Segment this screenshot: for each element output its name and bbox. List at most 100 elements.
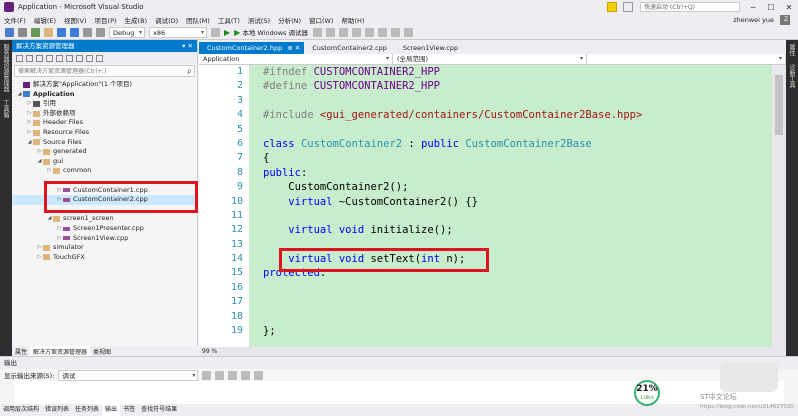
tree-item[interactable]: ▷ Screen1View.cpp (12, 234, 197, 244)
expand-arrow-icon[interactable]: ◢ (26, 138, 33, 148)
wrench-icon[interactable] (96, 54, 103, 62)
redo-icon[interactable] (96, 27, 105, 37)
tree-item[interactable]: ◢ Application (12, 90, 197, 100)
tree-item[interactable]: ▷ Header Files (12, 118, 197, 128)
code-line[interactable] (263, 209, 772, 223)
tree-item[interactable]: ▷ TouchGFX (12, 253, 197, 263)
word-wrap-icon[interactable] (254, 370, 264, 380)
tab-properties[interactable]: 属性 (12, 346, 30, 356)
expand-arrow-icon[interactable]: ▷ (56, 224, 63, 234)
output-source-select[interactable]: 调试 (58, 369, 199, 381)
tab-solution-explorer[interactable]: 解决方案资源管理器 (30, 346, 91, 356)
expand-arrow-icon[interactable]: ▷ (26, 99, 33, 109)
code-lines[interactable]: #ifndef CUSTOMCONTAINER2_HPP #define CUST… (263, 65, 772, 338)
find-message-icon[interactable] (202, 370, 212, 380)
tree-item[interactable]: ▷ generated (12, 147, 197, 157)
code-line[interactable] (263, 123, 772, 137)
tab-class-view[interactable]: 类视图 (90, 346, 114, 356)
tab-task-list[interactable]: 任务列表 (72, 404, 102, 416)
tab-customcontainer2-cpp[interactable]: CustomContainer2.cpp (304, 42, 395, 54)
expand-arrow-icon[interactable]: ▷ (46, 166, 53, 176)
notification-icon[interactable] (607, 2, 617, 12)
user-name[interactable]: zhenwei yue (729, 16, 780, 24)
menu-analyze[interactable]: 分析(N) (274, 15, 305, 25)
expand-arrow-icon[interactable]: ▷ (36, 147, 43, 157)
expand-arrow-icon[interactable]: ▷ (36, 243, 43, 253)
menu-file[interactable]: 文件(F) (0, 15, 30, 25)
run-button[interactable]: 本地 Windows 调试器 (242, 27, 308, 37)
code-line[interactable]: virtual ~CustomContainer2() {} (263, 195, 772, 209)
code-line[interactable] (263, 281, 772, 295)
tab-close-icon[interactable]: ⊕ ✕ (287, 44, 300, 52)
tree-item[interactable]: ◢ screen1_screen (12, 214, 197, 224)
undo-icon[interactable] (83, 27, 92, 37)
menu-help[interactable]: 帮助(H) (338, 15, 369, 25)
next-message-icon[interactable] (228, 370, 238, 380)
bookmark-next-icon[interactable] (377, 27, 387, 37)
menu-window[interactable]: 窗口(W) (305, 15, 338, 25)
tree-item[interactable]: ▷ simulator (12, 243, 197, 253)
code-line[interactable]: class CustomContainer2 : public CustomCo… (263, 137, 772, 151)
bookmark-icon[interactable] (364, 27, 374, 37)
menu-test[interactable]: 测试(S) (244, 15, 274, 25)
menu-build[interactable]: 生成(B) (121, 15, 152, 25)
uncomment-icon[interactable] (351, 27, 361, 37)
code-line[interactable]: }; (263, 324, 772, 338)
properties-icon[interactable] (86, 54, 93, 62)
code-line[interactable]: { (263, 151, 772, 165)
tab-output[interactable]: 输出 (102, 404, 121, 416)
save-icon[interactable] (57, 27, 66, 37)
expand-arrow-icon[interactable]: ▷ (36, 253, 43, 263)
tree-item[interactable]: ▷ Resource Files (12, 128, 197, 138)
tab-bookmarks[interactable]: 书签 (120, 404, 138, 416)
maximize-button[interactable]: ☐ (762, 3, 780, 12)
nav-project-dropdown[interactable]: Application (199, 54, 393, 64)
save-all-icon[interactable] (70, 27, 79, 37)
menu-edit[interactable]: 编辑(E) (30, 15, 60, 25)
start-debug-icon-2[interactable]: ▶ (234, 28, 240, 37)
menu-debug[interactable]: 调试(D) (151, 15, 182, 25)
refresh-icon[interactable] (36, 54, 43, 62)
forward-icon[interactable] (18, 27, 27, 37)
tree-item[interactable]: ▷ Screen1Presenter.cpp (12, 224, 197, 234)
new-project-icon[interactable] (31, 27, 40, 37)
tree-item[interactable]: 解决方案"Application"(1 个项目) (12, 80, 197, 90)
show-all-files-icon[interactable] (66, 54, 73, 62)
code-line[interactable]: #define CUSTOMCONTAINER2_HPP (263, 79, 772, 93)
tree-item[interactable]: ▷ 引用 (12, 99, 197, 109)
code-line[interactable]: #ifndef CUSTOMCONTAINER2_HPP (263, 65, 772, 79)
tab-call-hierarchy[interactable]: 调用层次结构 (0, 404, 42, 416)
configuration-select[interactable]: Debug (109, 26, 145, 38)
expand-arrow-icon[interactable]: ▷ (26, 109, 33, 119)
menu-view[interactable]: 视图(V) (60, 15, 91, 25)
collapse-all-icon[interactable] (56, 54, 63, 62)
code-line[interactable] (263, 295, 772, 309)
properties-side-tab[interactable]: 属性 (786, 40, 797, 60)
code-editor[interactable]: 1 2 3 4 5 6 7 8 9 10 11 12 13 14 15 16 17 18 19 #ifndef CU… (199, 65, 772, 347)
vertical-scrollbar[interactable] (772, 65, 786, 347)
tab-find-symbol-results[interactable]: 查找符号结果 (138, 404, 180, 416)
tab-customcontainer2-hpp[interactable]: CustomContainer2.hpp ⊕ ✕ (199, 42, 305, 54)
code-line[interactable]: CustomContainer2(); (263, 180, 772, 194)
solution-search-input[interactable]: 搜索解决方案资源管理器(Ctrl+;) ρ (14, 65, 195, 77)
memory-usage-widget[interactable]: 21% 1.0K/s (634, 380, 660, 406)
quick-launch-input[interactable]: 快速启动 (Ctrl+Q) (640, 2, 740, 12)
toolbox-tab[interactable]: 工具箱 (0, 96, 11, 122)
code-line[interactable]: public: (263, 166, 772, 180)
code-line[interactable] (263, 94, 772, 108)
clear-bookmarks-icon[interactable] (403, 27, 413, 37)
nav-scope-dropdown[interactable]: (全局范围) (393, 54, 587, 64)
tree-item[interactable]: ▷ 外部依赖项 (12, 109, 197, 119)
expand-arrow-icon[interactable]: ◢ (16, 90, 23, 100)
prev-message-icon[interactable] (215, 370, 225, 380)
tree-item[interactable]: ◢ gui (12, 157, 197, 167)
clear-all-icon[interactable] (241, 370, 251, 380)
filter-icon[interactable] (623, 2, 633, 12)
attach-icon[interactable] (312, 27, 322, 37)
code-line[interactable]: virtual void initialize(); (263, 223, 772, 237)
expand-arrow-icon[interactable]: ◢ (46, 214, 53, 224)
tab-screen1view-cpp[interactable]: Screen1View.cpp (395, 42, 466, 54)
comment-icon[interactable] (338, 27, 348, 37)
minimize-button[interactable]: ─ (744, 3, 762, 12)
server-explorer-tab[interactable]: 服务器资源管理器 (0, 40, 11, 96)
